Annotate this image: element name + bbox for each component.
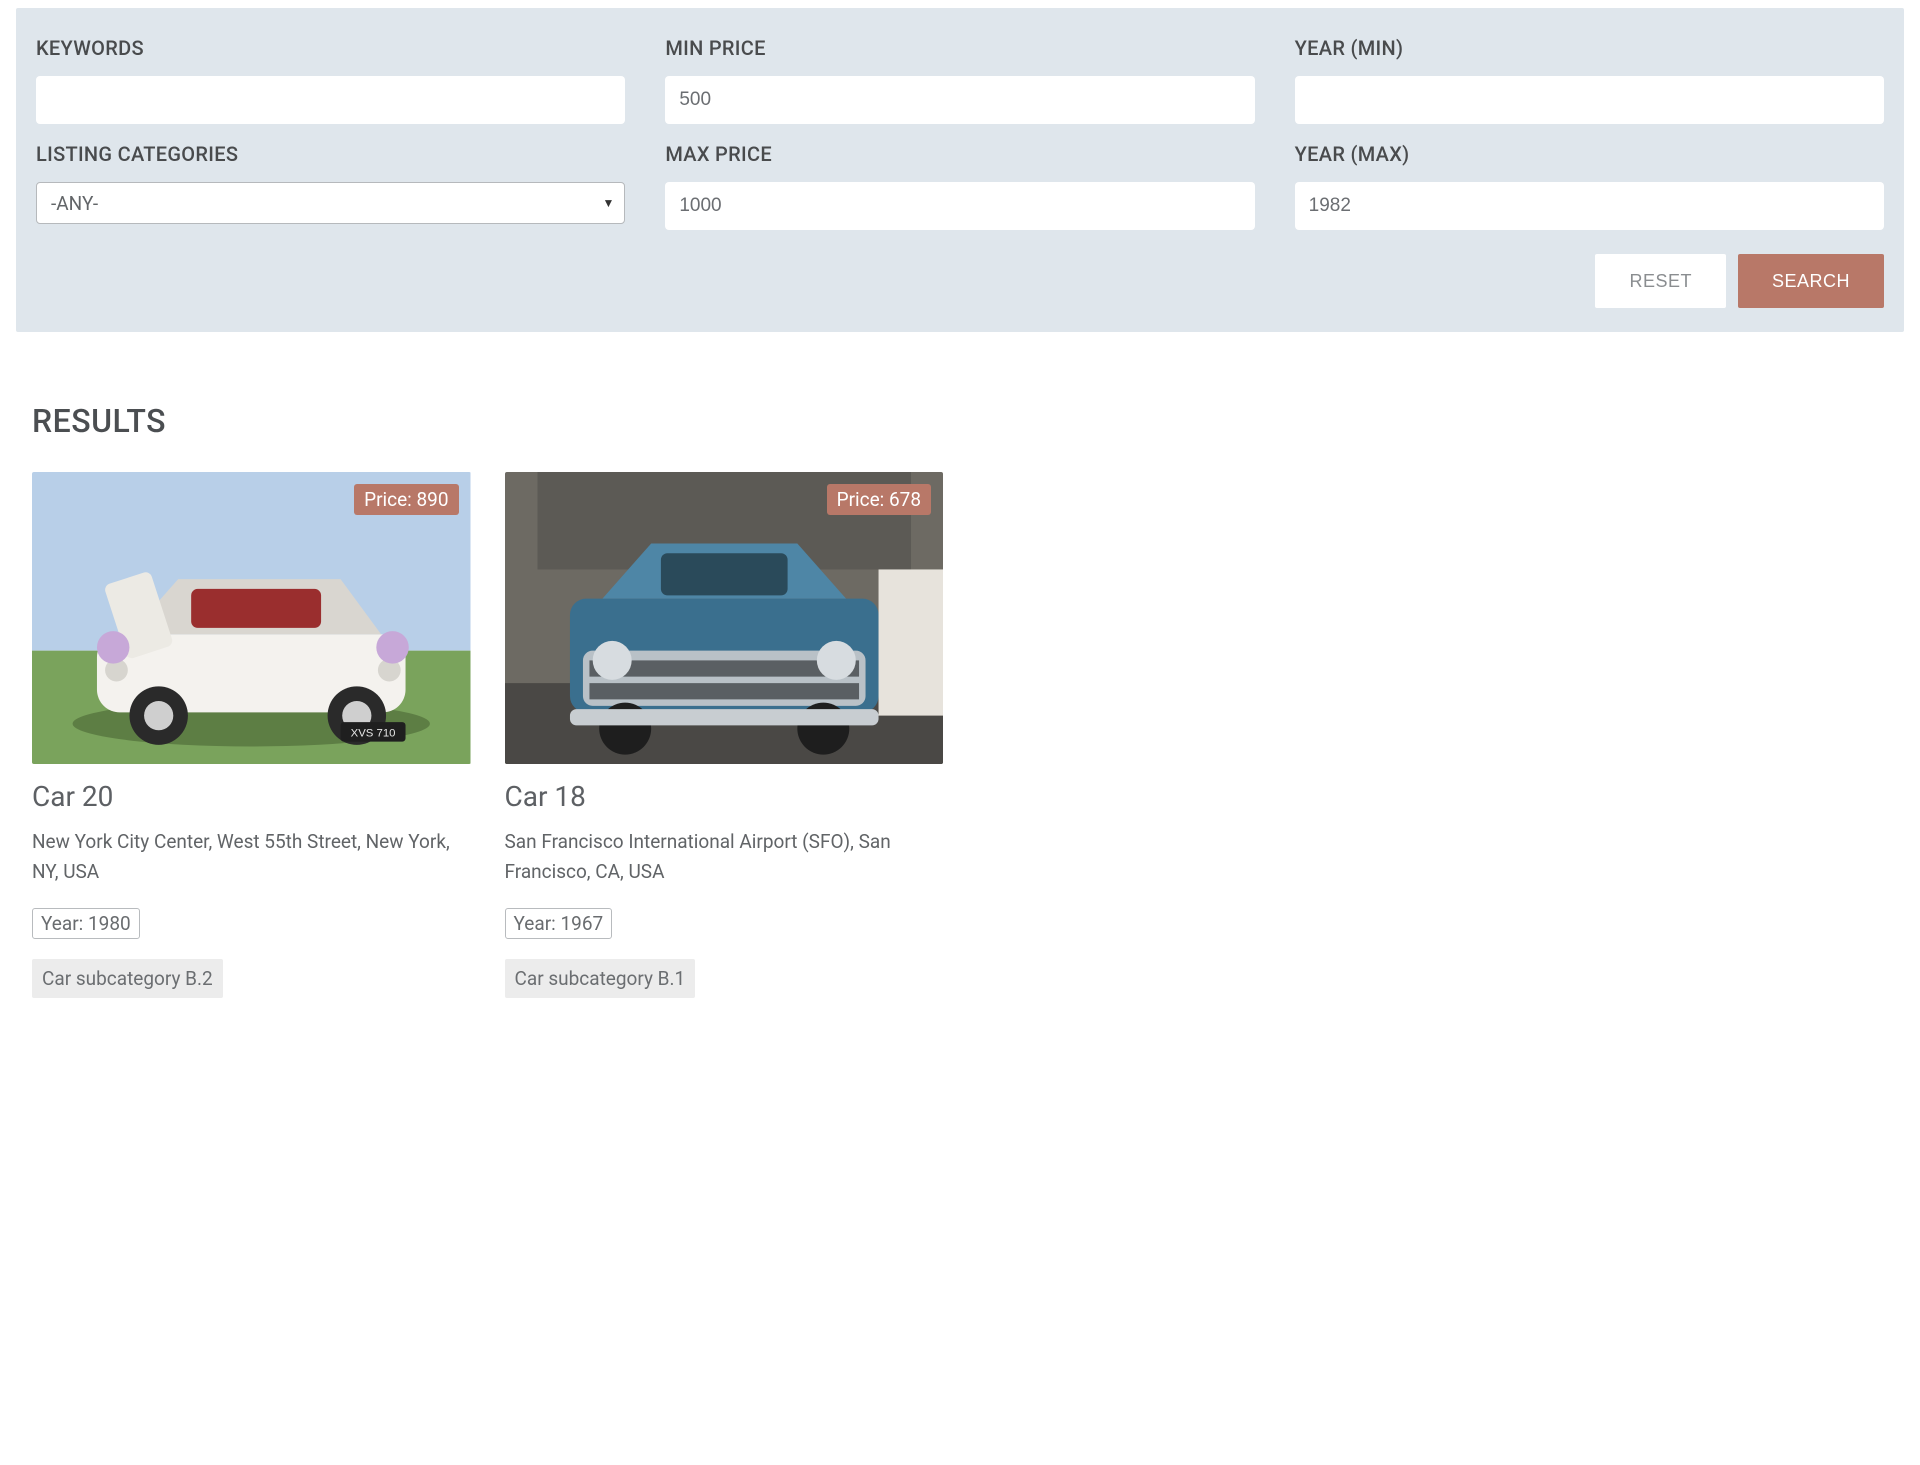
car-illustration-icon: XVS 710 — [32, 472, 471, 764]
keywords-label: KEYWORDS — [36, 36, 625, 60]
keywords-input[interactable] — [36, 76, 625, 124]
listing-categories-label: LISTING CATEGORIES — [36, 142, 625, 166]
price-badge: Price: 890 — [354, 484, 458, 515]
listing-categories-field: LISTING CATEGORIES -ANY- ▼ — [36, 142, 625, 230]
listing-categories-selected: -ANY- — [51, 192, 98, 215]
year-min-label: YEAR (MIN) — [1295, 36, 1884, 60]
reset-button[interactable]: RESET — [1595, 254, 1726, 308]
price-badge: Price: 678 — [827, 484, 931, 515]
result-location: San Francisco International Airport (SFO… — [505, 827, 944, 886]
year-max-field: YEAR (MAX) — [1295, 142, 1884, 230]
max-price-input[interactable] — [665, 182, 1254, 230]
result-title: Car 18 — [505, 780, 944, 813]
listing-categories-select[interactable]: -ANY- ▼ — [36, 182, 625, 224]
year-min-input[interactable] — [1295, 76, 1884, 124]
button-row: RESET SEARCH — [1295, 254, 1884, 308]
results-heading: RESULTS — [32, 402, 1888, 440]
max-price-field: MAX PRICE — [665, 142, 1254, 230]
year-max-input[interactable] — [1295, 182, 1884, 230]
subcategory-tag[interactable]: Car subcategory B.2 — [32, 959, 223, 998]
result-card[interactable]: XVS 710 Price: 890 Car 20 New York City … — [32, 472, 471, 998]
result-location: New York City Center, West 55th Street, … — [32, 827, 471, 886]
search-panel: KEYWORDS MIN PRICE YEAR (MIN) LISTING CA… — [16, 8, 1904, 332]
result-image: Price: 678 — [505, 472, 944, 764]
results-section: RESULTS — [0, 332, 1920, 1038]
svg-text:XVS 710: XVS 710 — [351, 728, 396, 740]
search-button[interactable]: SEARCH — [1738, 254, 1884, 308]
year-tag: Year: 1980 — [32, 908, 140, 939]
year-tag: Year: 1967 — [505, 908, 613, 939]
result-title: Car 20 — [32, 780, 471, 813]
year-max-label: YEAR (MAX) — [1295, 142, 1884, 166]
search-grid: KEYWORDS MIN PRICE YEAR (MIN) LISTING CA… — [36, 36, 1884, 308]
min-price-input[interactable] — [665, 76, 1254, 124]
min-price-label: MIN PRICE — [665, 36, 1254, 60]
max-price-label: MAX PRICE — [665, 142, 1254, 166]
results-grid: XVS 710 Price: 890 Car 20 New York City … — [32, 472, 1888, 998]
result-card[interactable]: Price: 678 Car 18 San Francisco Internat… — [505, 472, 944, 998]
year-min-field: YEAR (MIN) — [1295, 36, 1884, 124]
car-illustration-icon — [505, 472, 944, 764]
subcategory-tag[interactable]: Car subcategory B.1 — [505, 959, 696, 998]
result-image: XVS 710 Price: 890 — [32, 472, 471, 764]
keywords-field: KEYWORDS — [36, 36, 625, 124]
min-price-field: MIN PRICE — [665, 36, 1254, 124]
chevron-down-icon: ▼ — [602, 196, 614, 210]
